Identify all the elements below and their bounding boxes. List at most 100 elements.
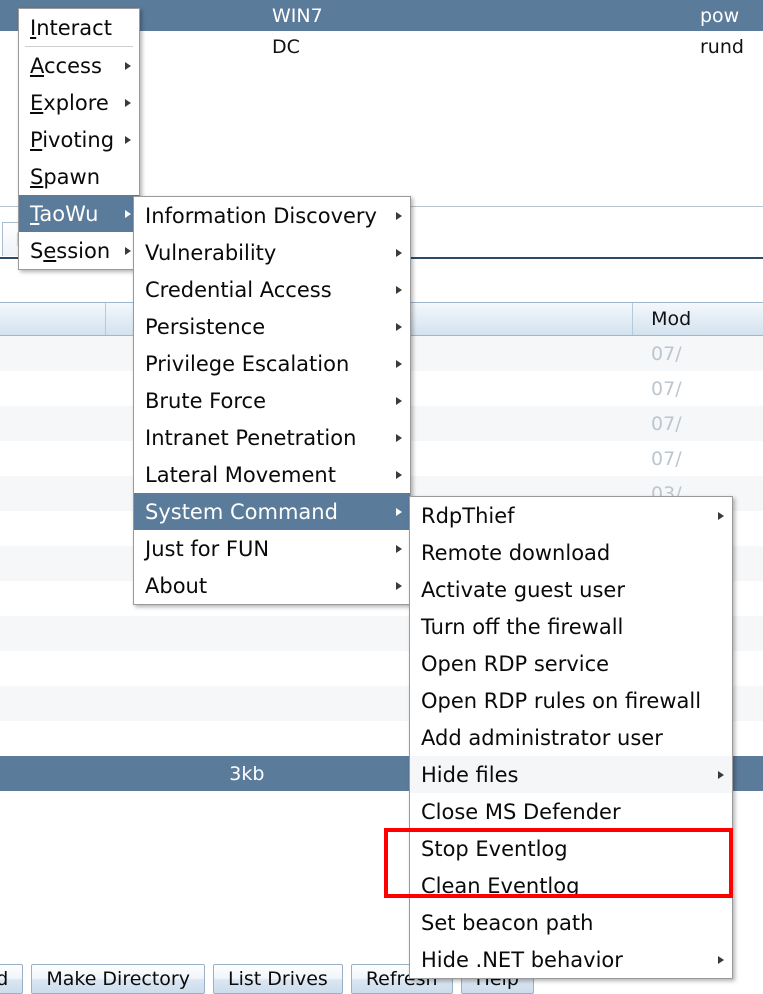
menu-item-system-command[interactable]: System Command [134, 493, 410, 530]
menu-item-lateral-movement[interactable]: Lateral Movement [134, 456, 410, 493]
chevron-right-icon [718, 511, 724, 520]
chevron-right-icon [396, 544, 402, 553]
menu-item-label: Privilege Escalation [145, 351, 350, 376]
chevron-right-icon [396, 322, 402, 331]
column-header-type[interactable] [388, 303, 634, 335]
cell-type [388, 441, 633, 476]
menu-item-taowu[interactable]: TaoWu [19, 195, 139, 232]
menu-item-brute-force[interactable]: Brute Force [134, 382, 410, 419]
cell-name [0, 581, 106, 616]
menu-item-session[interactable]: Session [19, 232, 139, 269]
make-directory-button[interactable]: Make Directory [31, 964, 205, 994]
menu-item-label: Intranet Penetration [145, 425, 357, 450]
chevron-right-icon [125, 209, 131, 218]
menu-item-label: Brute Force [145, 388, 266, 413]
menu-item-label: About [145, 573, 208, 598]
menu-item-label: RdpThief [421, 503, 515, 528]
menu-item-information-discovery[interactable]: Information Discovery [134, 197, 410, 234]
menu-item-just-for-fun[interactable]: Just for FUN [134, 530, 410, 567]
cell-modified: 07/ [651, 342, 682, 365]
chevron-right-icon [718, 770, 724, 779]
menu-item-label: Hide files [421, 762, 519, 787]
menu-item-remote-download[interactable]: Remote download [410, 534, 732, 571]
menu-item-explore[interactable]: Explore [19, 84, 139, 121]
menu-item-persistence[interactable]: Persistence [134, 308, 410, 345]
menu-item-label: Spawn [30, 164, 101, 189]
menu-item-set-beacon-path[interactable]: Set beacon path [410, 904, 732, 941]
cell-name [0, 756, 106, 791]
column-header-modified[interactable]: Mod [633, 303, 763, 335]
menu-item-label: Set beacon path [421, 910, 594, 935]
cell-type [388, 371, 633, 406]
menu-item-close-ms-defender[interactable]: Close MS Defender [410, 793, 732, 830]
menu-item-pivoting[interactable]: Pivoting [19, 121, 139, 158]
upload-download-button[interactable]: oad [0, 964, 24, 994]
menu-item-label: Information Discovery [145, 203, 377, 228]
cell-size [106, 651, 388, 686]
cell-size: 3kb [229, 762, 265, 785]
cell-type [388, 336, 633, 371]
cell-name [0, 511, 106, 546]
menu-item-stop-eventlog[interactable]: Stop Eventlog [410, 830, 732, 867]
chevron-right-icon [396, 359, 402, 368]
list-drives-button[interactable]: List Drives [213, 964, 343, 994]
menu-item-label: System Command [145, 499, 338, 524]
cell-name [0, 616, 106, 651]
menu-item-label: Remote download [421, 540, 611, 565]
chevron-right-icon [125, 246, 131, 255]
menu-item-interact[interactable]: Interact [19, 9, 139, 46]
column-header-name[interactable] [0, 303, 106, 335]
cell-name [0, 371, 106, 406]
menu-item-about[interactable]: About [134, 567, 410, 604]
cell-size [106, 686, 388, 721]
menu-item-label: Access [30, 53, 102, 78]
cell-modified: 07/ [651, 447, 682, 470]
chevron-right-icon [396, 211, 402, 220]
menu-item-add-administrator-user[interactable]: Add administrator user [410, 719, 732, 756]
menu-item-intranet-penetration[interactable]: Intranet Penetration [134, 419, 410, 456]
context-menu-root: Interact Access Explore Pivoting Spawn TaoWu S… [18, 8, 140, 270]
menu-item-privilege-escalation[interactable]: Privilege Escalation [134, 345, 410, 382]
menu-item-hide-net-behavior[interactable]: Hide .NET behavior [410, 941, 732, 978]
cell-name [0, 546, 106, 581]
chevron-right-icon [396, 433, 402, 442]
cell-name [0, 686, 106, 721]
chevron-right-icon [125, 61, 131, 70]
menu-item-label: Lateral Movement [145, 462, 336, 487]
menu-item-access[interactable]: Access [19, 47, 139, 84]
menu-item-label: Session [30, 238, 111, 263]
submenu-taowu: Information Discovery Vulnerability Creden… [133, 196, 411, 605]
menu-item-label: Turn off the firewall [421, 614, 624, 639]
application-window: SYSTEM * WIN7 pow SYSTEM * DC rund Files… [0, 0, 763, 994]
chevron-right-icon [396, 470, 402, 479]
menu-item-label: Add administrator user [421, 725, 663, 750]
cell-size [106, 616, 388, 651]
beacon-process: pow [700, 4, 740, 27]
menu-item-label: Open RDP service [421, 651, 610, 676]
menu-item-label: Persistence [145, 314, 266, 339]
menu-item-clean-eventlog[interactable]: Clean Eventlog [410, 867, 732, 904]
menu-item-spawn[interactable]: Spawn [19, 158, 139, 195]
cell-name [0, 406, 106, 441]
menu-item-rdpthief[interactable]: RdpThief [410, 497, 732, 534]
menu-item-vulnerability[interactable]: Vulnerability [134, 234, 410, 271]
cell-type [388, 406, 633, 441]
menu-item-label: Credential Access [145, 277, 332, 302]
menu-item-label: Interact [30, 15, 112, 40]
beacon-process: rund [700, 35, 744, 58]
chevron-right-icon [396, 507, 402, 516]
menu-item-activate-guest-user[interactable]: Activate guest user [410, 571, 732, 608]
menu-item-credential-access[interactable]: Credential Access [134, 271, 410, 308]
chevron-right-icon [396, 581, 402, 590]
menu-item-turn-off-the-firewall[interactable]: Turn off the firewall [410, 608, 732, 645]
menu-item-label: TaoWu [30, 201, 99, 226]
chevron-right-icon [396, 396, 402, 405]
menu-item-hide-files[interactable]: Hide files [410, 756, 732, 793]
menu-item-open-rdp-service[interactable]: Open RDP service [410, 645, 732, 682]
menu-item-open-rdp-rules-on-firewall[interactable]: Open RDP rules on firewall [410, 682, 732, 719]
chevron-right-icon [125, 98, 131, 107]
menu-item-label: Clean Eventlog [421, 873, 580, 898]
cell-name [0, 336, 106, 371]
beacon-host: DC [272, 35, 300, 58]
chevron-right-icon [396, 248, 402, 257]
